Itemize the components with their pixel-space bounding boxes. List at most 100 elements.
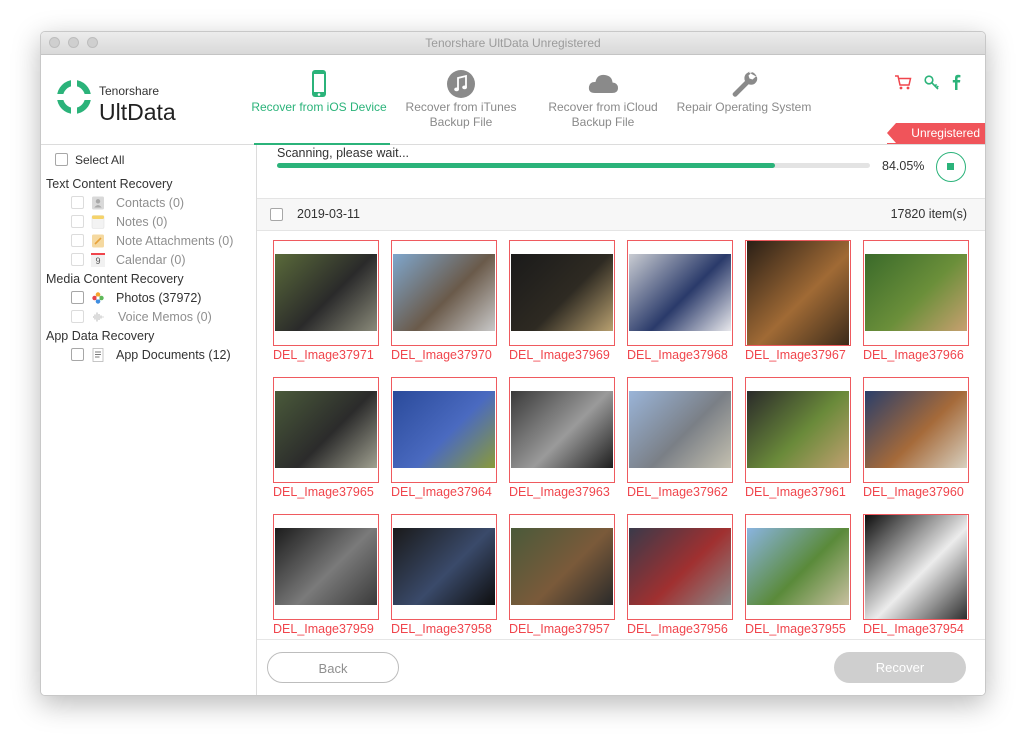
photo-tile[interactable]: DEL_Image37955 xyxy=(745,514,851,638)
ultdata-logo-icon xyxy=(57,80,91,114)
photo-caption: DEL_Image37971 xyxy=(273,348,374,362)
photo-thumbnail[interactable] xyxy=(509,240,615,346)
photo-thumbnail[interactable] xyxy=(863,240,969,346)
item-count: 17820 item(s) xyxy=(890,207,967,221)
date-group-checkbox[interactable] xyxy=(270,208,283,221)
back-button[interactable]: Back xyxy=(267,652,399,683)
tab-recover-icloud-backup[interactable]: Recover from iCloud Backup File xyxy=(532,55,674,144)
photo-caption: DEL_Image37962 xyxy=(627,485,728,499)
contacts-checkbox[interactable] xyxy=(71,196,84,209)
tab-recover-itunes-backup[interactable]: Recover from iTunes Backup File xyxy=(390,55,532,144)
cart-icon[interactable] xyxy=(894,73,912,91)
voice-memos-icon xyxy=(93,312,104,322)
photo-thumbnail[interactable] xyxy=(627,377,733,483)
photo-tile[interactable]: DEL_Image37960 xyxy=(863,377,969,505)
tab-label: Recover from iTunes Backup File xyxy=(405,100,517,129)
note-attachments-label: Note Attachments (0) xyxy=(116,234,234,248)
photo-image xyxy=(865,515,967,619)
brand-product: UltData xyxy=(99,99,176,125)
photo-caption: DEL_Image37970 xyxy=(391,348,492,362)
voice-memos-checkbox[interactable] xyxy=(71,310,84,323)
photo-caption: DEL_Image37955 xyxy=(745,622,846,636)
recover-button[interactable]: Recover xyxy=(834,652,966,683)
tab-recover-ios-device[interactable]: Recover from iOS Device xyxy=(248,55,390,145)
photo-caption: DEL_Image37961 xyxy=(745,485,846,499)
photo-tile[interactable]: DEL_Image37964 xyxy=(391,377,497,505)
title-bar: Tenorshare UltData Unregistered xyxy=(41,32,985,55)
photo-tile[interactable]: DEL_Image37961 xyxy=(745,377,851,505)
app-documents-icon xyxy=(92,348,104,362)
photo-caption: DEL_Image37969 xyxy=(509,348,610,362)
photo-tile[interactable]: DEL_Image37968 xyxy=(627,240,733,368)
photo-thumbnail[interactable] xyxy=(627,514,733,620)
badge-label: Unregistered xyxy=(911,126,980,140)
window-title: Tenorshare UltData Unregistered xyxy=(425,36,601,50)
stop-icon xyxy=(947,163,954,170)
photo-caption: DEL_Image37968 xyxy=(627,348,728,362)
facebook-icon[interactable] xyxy=(947,73,965,91)
photo-image xyxy=(511,391,613,468)
calendar-checkbox[interactable] xyxy=(71,253,84,266)
photo-thumbnail[interactable] xyxy=(509,377,615,483)
photo-thumbnail[interactable] xyxy=(391,514,497,620)
unregistered-badge[interactable]: Unregistered xyxy=(887,123,985,144)
photos-checkbox[interactable] xyxy=(71,291,84,304)
photo-caption: DEL_Image37963 xyxy=(509,485,610,499)
photo-image xyxy=(629,528,731,605)
scan-progress-bar xyxy=(277,163,870,168)
photo-thumbnail[interactable] xyxy=(273,240,379,346)
app-documents-checkbox[interactable] xyxy=(71,348,84,361)
photo-image xyxy=(629,254,731,331)
stop-scan-button[interactable] xyxy=(936,152,966,182)
photo-tile[interactable]: DEL_Image37971 xyxy=(273,240,379,368)
key-icon[interactable] xyxy=(923,73,941,91)
photo-tile[interactable]: DEL_Image37966 xyxy=(863,240,969,368)
photo-image xyxy=(275,254,377,331)
photo-image xyxy=(393,254,495,331)
photo-image xyxy=(511,528,613,605)
photo-tile[interactable]: DEL_Image37956 xyxy=(627,514,733,638)
photo-thumbnail[interactable] xyxy=(745,240,851,346)
photo-caption: DEL_Image37965 xyxy=(273,485,374,499)
photo-thumbnail[interactable] xyxy=(509,514,615,620)
brand-company: Tenorshare xyxy=(99,84,160,98)
photo-tile[interactable]: DEL_Image37965 xyxy=(273,377,379,505)
scan-progress-percent: 84.05% xyxy=(882,159,925,173)
app-documents-label: App Documents (12) xyxy=(116,348,231,362)
group-title-app-data: App Data Recovery xyxy=(46,329,155,343)
photo-tile[interactable]: DEL_Image37967 xyxy=(745,240,851,368)
photo-image xyxy=(865,254,967,331)
photo-tile[interactable]: DEL_Image37962 xyxy=(627,377,733,505)
photo-tile[interactable]: DEL_Image37957 xyxy=(509,514,615,638)
photo-thumbnail[interactable] xyxy=(863,514,969,620)
select-all-label: Select All xyxy=(75,153,125,167)
photo-thumbnail[interactable] xyxy=(273,377,379,483)
photo-thumbnail[interactable] xyxy=(273,514,379,620)
note-attachments-checkbox[interactable] xyxy=(71,234,84,247)
photo-thumbnail[interactable] xyxy=(391,240,497,346)
photo-tile[interactable]: DEL_Image37954 xyxy=(863,514,969,638)
group-title-media-content: Media Content Recovery xyxy=(46,272,184,286)
photo-tile[interactable]: DEL_Image37963 xyxy=(509,377,615,505)
photo-caption: DEL_Image37966 xyxy=(863,348,964,362)
tab-label: Recover from iOS Device xyxy=(251,100,387,114)
app-window: Tenorshare UltData Unregistered Tenorsha… xyxy=(40,31,986,696)
photo-caption: DEL_Image37956 xyxy=(627,622,728,636)
photo-image xyxy=(393,528,495,605)
notes-checkbox[interactable] xyxy=(71,215,84,228)
photo-thumbnail[interactable] xyxy=(745,514,851,620)
select-all-checkbox[interactable] xyxy=(55,153,68,166)
photos-label: Photos (37972) xyxy=(116,291,202,305)
cloud-icon xyxy=(588,74,618,93)
photo-tile[interactable]: DEL_Image37958 xyxy=(391,514,497,638)
photo-thumbnail[interactable] xyxy=(745,377,851,483)
wrench-icon xyxy=(732,71,758,97)
photo-thumbnail[interactable] xyxy=(863,377,969,483)
photo-thumbnail[interactable] xyxy=(627,240,733,346)
photo-thumbnail[interactable] xyxy=(391,377,497,483)
tab-repair-operating-system[interactable]: Repair Operating System xyxy=(673,55,815,144)
photo-caption: DEL_Image37967 xyxy=(745,348,846,362)
photo-tile[interactable]: DEL_Image37969 xyxy=(509,240,615,368)
photo-tile[interactable]: DEL_Image37970 xyxy=(391,240,497,368)
photo-tile[interactable]: DEL_Image37959 xyxy=(273,514,379,638)
